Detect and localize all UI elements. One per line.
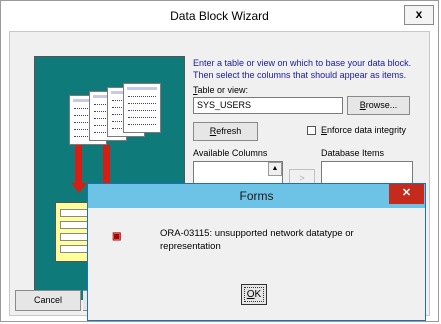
red-arrow-icon [75,145,82,185]
dialog-close-button[interactable]: ✕ [389,184,424,204]
ok-focus-ring [244,287,264,302]
table-sheet-illustration [123,83,161,133]
instruction-line-1: Enter a table or view on which to base y… [193,58,412,68]
browse-button[interactable]: Browse... [347,96,410,115]
cancel-button[interactable]: Cancel [15,290,81,311]
table-or-view-input[interactable]: SYS_USERS [193,97,343,114]
red-arrowhead-icon [71,183,87,193]
available-columns-label: Available Columns [193,148,268,158]
red-arrow-icon [103,145,110,185]
scroll-up-arrow-icon[interactable]: ▲ [268,162,282,176]
dialog-title-bar[interactable]: Forms ✕ [88,184,425,208]
enforce-data-integrity-checkbox[interactable] [307,126,316,135]
dialog-title: Forms [239,189,274,203]
forms-error-dialog: Forms ✕ ▣ ORA-03115: unsupported network… [87,183,426,321]
ok-button[interactable]: OK [241,284,267,305]
instruction-line-2: Then select the columns that should appe… [193,70,407,80]
wizard-close-button[interactable]: x [404,5,434,25]
wizard-title: Data Block Wizard [170,9,269,23]
instruction-text: Enter a table or view on which to base y… [193,57,433,81]
wizard-title-bar[interactable]: Data Block Wizard x [1,1,438,31]
enforce-data-integrity-label: Enforce data integrity [321,125,407,135]
error-icon: ▣ [112,231,122,242]
table-or-view-label: Table or view: [193,85,249,95]
refresh-button[interactable]: Refresh [193,122,258,141]
database-items-label: Database Items [321,148,385,158]
dialog-message: ORA-03115: unsupported network datatype … [160,228,354,252]
